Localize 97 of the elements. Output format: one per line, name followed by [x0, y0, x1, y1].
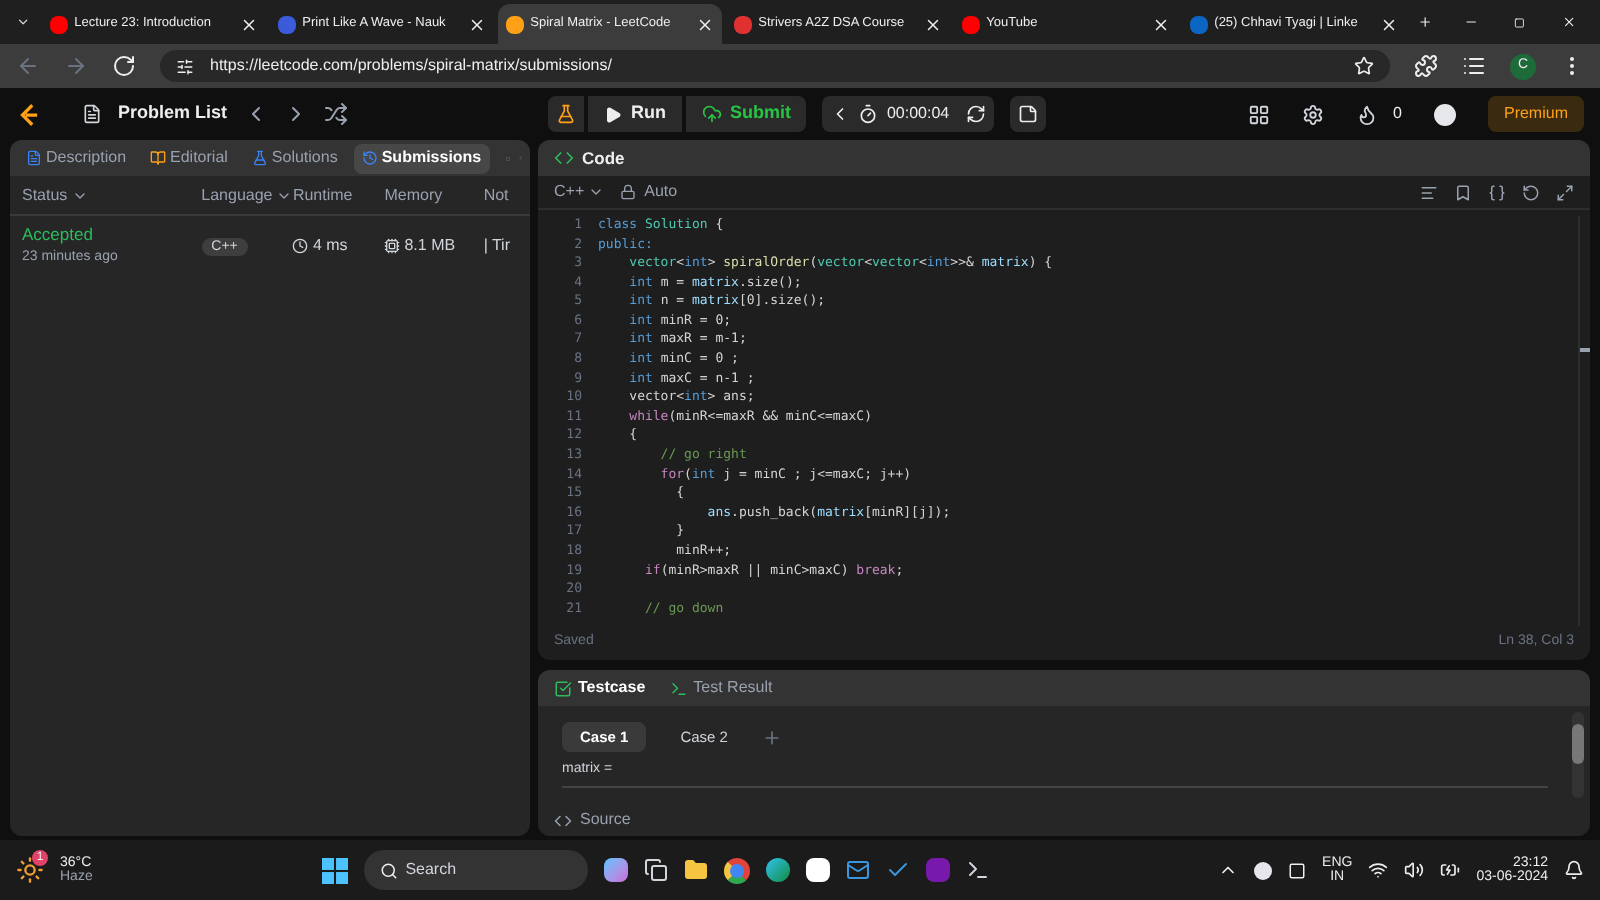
site-icon [278, 15, 297, 33]
settings-icon[interactable] [1301, 103, 1324, 125]
close-icon[interactable] [240, 15, 259, 33]
address-bar[interactable]: https://leetcode.com/problems/spiral-matrix/submissions/ [160, 50, 1390, 82]
bookmark-icon[interactable] [1454, 183, 1472, 201]
column-header[interactable]: Status [22, 183, 202, 207]
notes-icon [1017, 104, 1038, 124]
problem-list-link[interactable]: Problem List [118, 100, 228, 128]
close-icon[interactable] [1380, 15, 1399, 33]
panel-title: Code [582, 145, 625, 171]
extensions-icon[interactable] [1414, 54, 1438, 78]
history-icon [361, 150, 378, 166]
reset-icon[interactable] [1522, 183, 1540, 201]
store-icon[interactable] [805, 858, 830, 882]
close-icon[interactable] [924, 15, 943, 33]
premium-button[interactable]: Premium [1487, 96, 1584, 132]
panel-tab[interactable]: Submissions [353, 143, 490, 173]
runtime-text: 4 ms [312, 234, 348, 258]
column-header[interactable]: Language [201, 183, 293, 207]
clock-icon [292, 238, 309, 254]
battery-icon[interactable] [1440, 860, 1461, 880]
terminal-icon[interactable] [965, 858, 990, 882]
panel-tab[interactable]: Testcase [554, 676, 646, 700]
timer-icon [858, 104, 879, 124]
flame-icon [1355, 103, 1378, 125]
site-icon [50, 15, 69, 33]
reset-icon[interactable] [965, 104, 986, 124]
debug-button[interactable] [548, 96, 585, 132]
book-icon [150, 150, 167, 166]
task-view-icon[interactable] [643, 858, 668, 882]
mode-label[interactable]: Auto [644, 180, 678, 204]
notes-button[interactable] [1009, 96, 1046, 132]
logo-icon[interactable] [16, 101, 42, 127]
panel-tab[interactable]: Solutions [243, 143, 346, 173]
document-icon [26, 150, 42, 166]
todo-icon[interactable] [885, 858, 910, 882]
source-link[interactable]: Source [580, 808, 631, 832]
terminal-icon [669, 679, 688, 697]
avatar[interactable] [1433, 103, 1456, 125]
close-icon[interactable] [468, 15, 487, 33]
start-icon[interactable] [321, 857, 348, 883]
wifi-icon[interactable] [1368, 860, 1389, 880]
search-icon [379, 861, 398, 879]
upload-icon [701, 104, 722, 124]
layout-icon[interactable] [1247, 103, 1270, 125]
url-text: https://leetcode.com/problems/spiral-matrix/submissions/ [210, 54, 612, 78]
browser-icon[interactable] [723, 857, 750, 883]
weather-icon[interactable] [16, 856, 44, 884]
reload-icon[interactable] [112, 54, 136, 78]
code-icon [554, 811, 572, 829]
checkbox-icon [554, 679, 572, 697]
maximize-icon[interactable] [1514, 14, 1526, 32]
flask-icon [251, 150, 268, 166]
lock-icon [620, 184, 637, 200]
submit-button[interactable]: Submit [685, 96, 807, 132]
site-icon [734, 15, 753, 33]
debug-icon [556, 104, 577, 124]
column-header: Runtime [292, 183, 355, 207]
close-icon[interactable] [696, 15, 715, 33]
play-icon [604, 105, 623, 123]
scrollbar[interactable] [1572, 712, 1584, 798]
search-placeholder: Search [405, 858, 457, 882]
panel-tab[interactable]: Editorial [142, 143, 236, 173]
close-icon[interactable] [1152, 15, 1171, 33]
column-header: Memory [384, 183, 445, 207]
tray-app-icon[interactable] [1254, 861, 1273, 879]
tray-window-icon[interactable] [1288, 861, 1307, 879]
site-info-icon[interactable] [176, 57, 194, 75]
column-header: Not [483, 183, 511, 207]
shuffle-icon[interactable] [323, 102, 348, 126]
editor-dropdown[interactable]: C++ [554, 180, 605, 204]
edge-icon[interactable] [765, 858, 790, 882]
site-icon [506, 15, 525, 33]
braces-icon[interactable] [1488, 183, 1506, 201]
status-text[interactable]: Accepted [22, 222, 202, 249]
caret-icon [588, 184, 605, 200]
streak-count: 0 [1393, 102, 1402, 126]
site-icon [962, 15, 981, 33]
mail-icon[interactable] [845, 858, 870, 882]
folder-icon[interactable] [683, 858, 708, 882]
notification-icon[interactable] [1564, 860, 1585, 880]
format-icon[interactable] [1420, 183, 1438, 201]
add-case-icon[interactable] [761, 727, 782, 747]
copilot-icon[interactable] [603, 858, 628, 882]
code-icon [554, 148, 574, 168]
panel-tab[interactable]: Description [18, 143, 135, 173]
run-button[interactable]: Run [588, 96, 682, 132]
site-icon [1190, 15, 1209, 33]
memory-text: 8.1 MB [404, 234, 456, 258]
chip-icon [384, 238, 401, 254]
volume-icon[interactable] [1404, 860, 1425, 880]
search-box[interactable]: Search [363, 850, 588, 890]
panel-tab[interactable]: Test Result [669, 676, 773, 700]
list-icon [82, 104, 102, 124]
notes-text: | Tir [483, 234, 512, 258]
scrollbar[interactable] [1578, 216, 1590, 626]
timer-text: 00:00:04 [886, 102, 950, 126]
